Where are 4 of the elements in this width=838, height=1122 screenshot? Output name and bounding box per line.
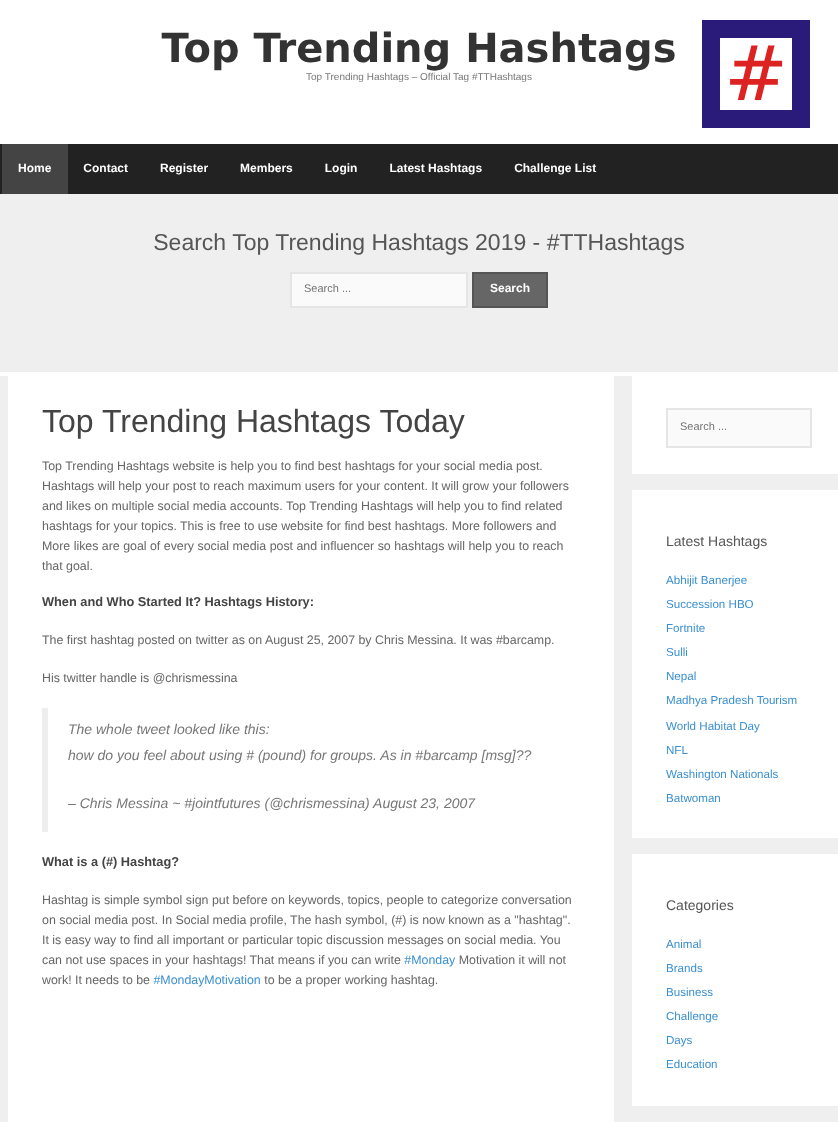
hashtag-logo[interactable]: #	[702, 20, 810, 128]
article-title: Top Trending Hashtags Today	[42, 406, 467, 442]
search-heading: Search Top Trending Hashtags 2019 - #TTHashtags	[153, 232, 685, 256]
site-title[interactable]: Top Trending Hashtags	[161, 24, 677, 72]
